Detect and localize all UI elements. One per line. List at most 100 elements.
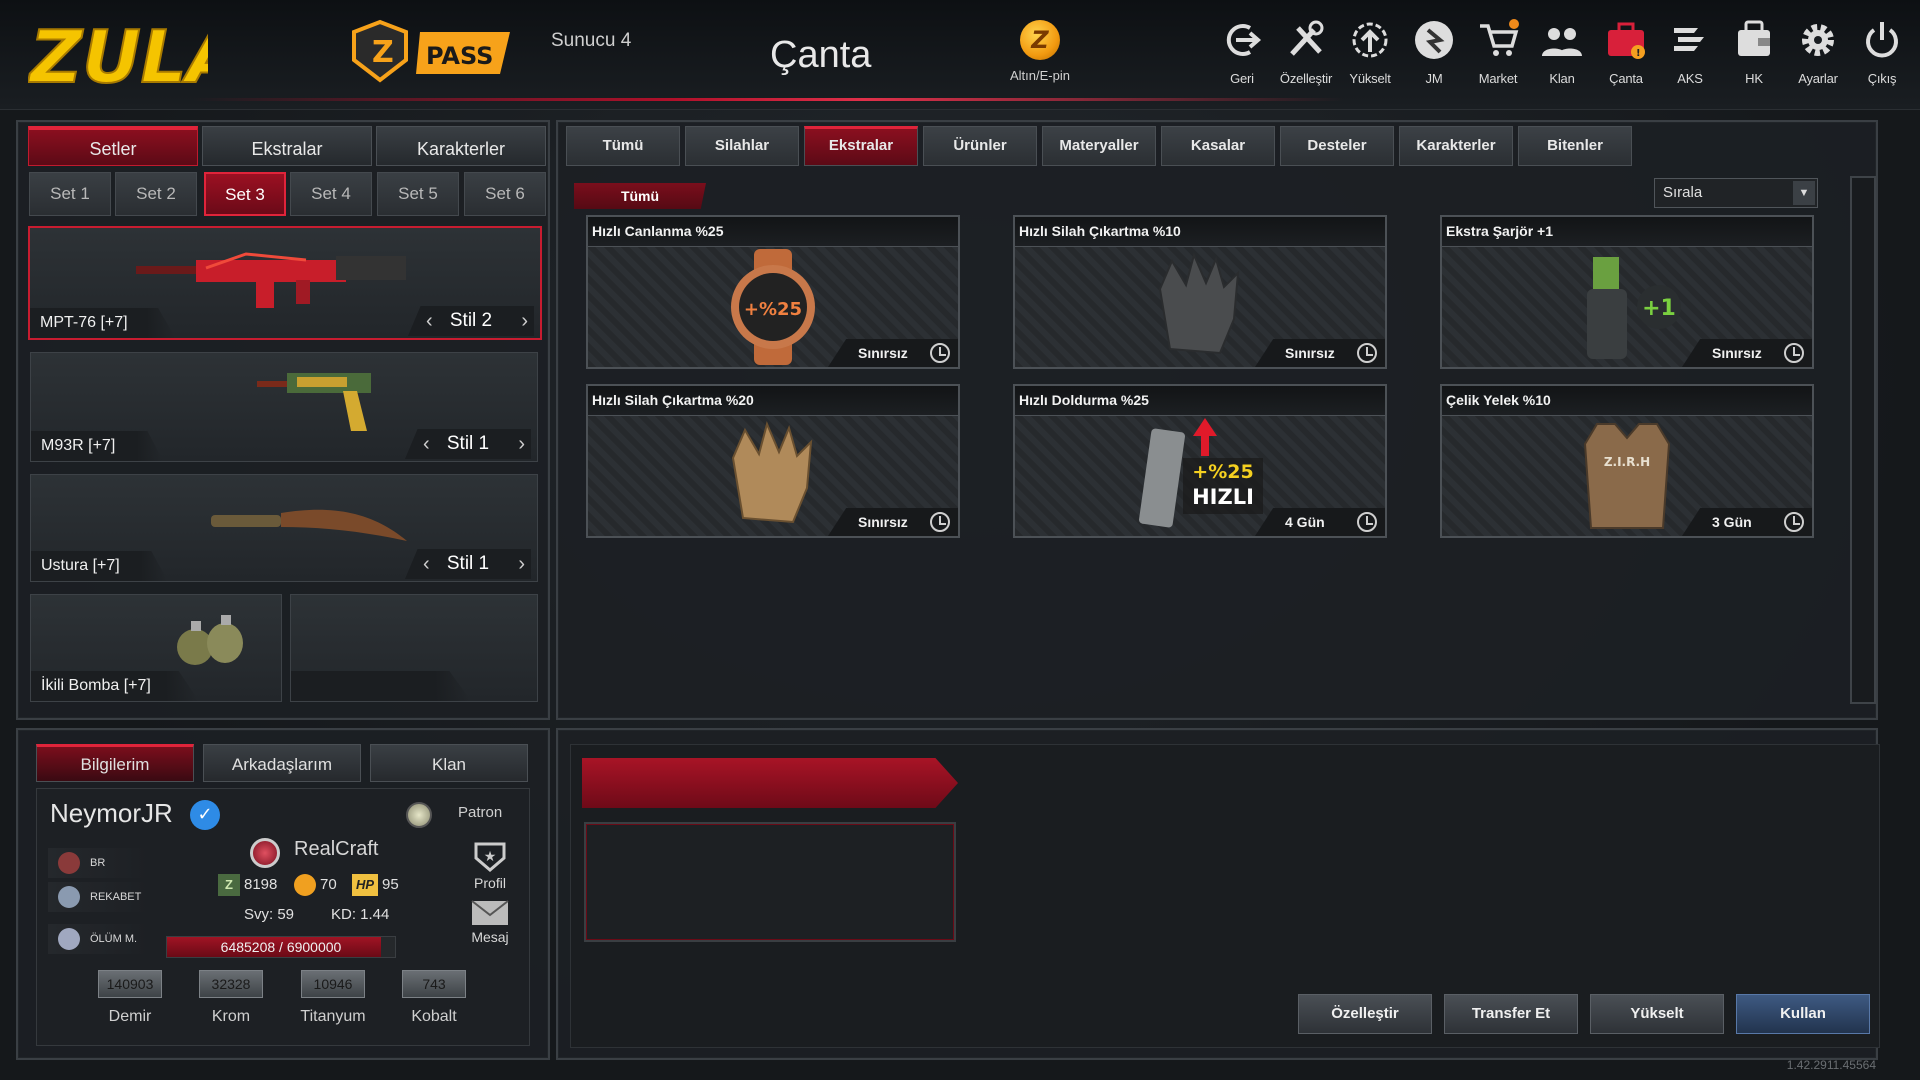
nav-jm[interactable]: JM <box>1402 18 1466 86</box>
transfer-button[interactable]: Transfer Et <box>1444 994 1578 1034</box>
message-label: Mesaj <box>471 929 509 945</box>
nav-clan[interactable]: Klan <box>1530 18 1594 86</box>
subtab-all[interactable]: Tümü <box>574 183 706 209</box>
nav-exit[interactable]: Çıkış <box>1850 18 1914 86</box>
item-card[interactable]: Çelik Yelek %10 Z.I.R.H 3 Gün <box>1440 384 1814 538</box>
version-label: 1.42.2911.45564 <box>1786 1058 1876 1072</box>
nav-label: Klan <box>1549 71 1575 86</box>
nav-settings[interactable]: Ayarlar <box>1786 18 1850 86</box>
tab-friends[interactable]: Arkadaşlarım <box>203 744 361 782</box>
category-tab-materials[interactable]: Materyaller <box>1042 126 1156 166</box>
item-duration: Sınırsız <box>828 339 958 367</box>
zula-pass-badge[interactable]: Z PASS <box>350 18 510 84</box>
style-prev-button[interactable]: ‹ <box>423 429 430 459</box>
cart-icon <box>1480 19 1519 56</box>
item-card[interactable]: Hızlı Silah Çıkartma %20 Sınırsız <box>586 384 960 538</box>
use-button[interactable]: Kullan <box>1736 994 1870 1034</box>
category-tab-decks[interactable]: Desteler <box>1280 126 1394 166</box>
category-tab-expired[interactable]: Bitenler <box>1518 126 1632 166</box>
style-label: Stil 2 <box>449 310 493 331</box>
clan-emblem-icon <box>250 838 280 868</box>
style-prev-button[interactable]: ‹ <box>426 306 433 336</box>
br-icon <box>58 852 80 874</box>
weapon-slot-primary[interactable]: MPT-76 [+7] ‹ Stil 2 › <box>28 226 542 340</box>
nav-bag[interactable]: ! Çanta <box>1594 18 1658 86</box>
item-title: Ekstra Şarjör +1 <box>1442 217 1812 247</box>
category-tab-characters[interactable]: Karakterler <box>1399 126 1513 166</box>
svg-text:HIZLI: HIZLI <box>1192 485 1254 509</box>
category-tab-extras[interactable]: Ekstralar <box>804 126 918 166</box>
tab-clan[interactable]: Klan <box>370 744 528 782</box>
badge-deathmatch[interactable]: ÖLÜM M. <box>48 924 148 954</box>
style-next-button[interactable]: › <box>518 549 525 579</box>
resource-label: Krom <box>211 1008 251 1025</box>
weapon-slot-melee[interactable]: Ustura [+7] ‹ Stil 1 › <box>30 474 538 582</box>
razor-icon <box>211 509 407 541</box>
items-scrollbar[interactable] <box>1850 176 1876 704</box>
nav-upgrade[interactable]: Yükselt <box>1338 18 1402 86</box>
level-stat: Svy: 59 <box>244 906 295 923</box>
z-currency: Z 8198 <box>218 874 277 896</box>
tab-my-info[interactable]: Bilgilerim <box>36 744 194 782</box>
badge-label: ÖLÜM M. <box>90 933 138 945</box>
duration-label: 3 Gün <box>1712 514 1752 530</box>
customize-button[interactable]: Özelleştir <box>1298 994 1432 1034</box>
nav-market[interactable]: Market <box>1466 18 1530 86</box>
item-card[interactable]: Hızlı Canlanma %25 +%25 Sınırsız <box>586 215 960 369</box>
item-card[interactable]: Hızlı Silah Çıkartma %10 Sınırsız <box>1013 215 1387 369</box>
item-duration: Sınırsız <box>1255 339 1385 367</box>
style-prev-button[interactable]: ‹ <box>423 549 430 579</box>
item-title: Hızlı Silah Çıkartma %20 <box>588 386 958 416</box>
message-button[interactable]: Mesaj <box>464 900 516 945</box>
gold-epin-button[interactable]: Z Altın/E-pin <box>980 20 1100 83</box>
rank-label: Patron <box>458 804 503 821</box>
sort-dropdown[interactable]: Sırala ▼ <box>1654 178 1818 208</box>
svg-text:+1: +1 <box>1642 296 1676 321</box>
style-next-button[interactable]: › <box>518 429 525 459</box>
tab-sets[interactable]: Setler <box>28 126 198 166</box>
profile-label: Profil <box>474 875 506 891</box>
weapon-slot-grenade[interactable]: İkili Bomba [+7] <box>30 594 282 702</box>
page-title: Çanta <box>770 34 872 76</box>
tab-characters[interactable]: Karakterler <box>376 126 546 166</box>
envelope-icon <box>471 900 509 925</box>
set-tab-6[interactable]: Set 6 <box>464 172 546 216</box>
upgrade-button[interactable]: Yükselt <box>1590 994 1724 1034</box>
set-tab-3[interactable]: Set 3 <box>204 172 286 216</box>
weapon-slot-empty[interactable] <box>290 594 538 702</box>
badge-br[interactable]: BR <box>48 848 148 878</box>
weapon-slot-secondary[interactable]: M93R [+7] ‹ Stil 1 › <box>30 352 538 462</box>
badge-competitive[interactable]: REKABET <box>48 882 148 912</box>
tab-extras[interactable]: Ekstralar <box>202 126 372 166</box>
style-next-button[interactable]: › <box>521 306 528 336</box>
profile-button[interactable]: ★ Profil <box>464 842 516 891</box>
set-tab-4[interactable]: Set 4 <box>290 172 372 216</box>
category-tab-cases[interactable]: Kasalar <box>1161 126 1275 166</box>
set-tab-5[interactable]: Set 5 <box>377 172 459 216</box>
gear-icon <box>1802 24 1834 56</box>
category-tab-all[interactable]: Tümü <box>566 126 680 166</box>
nav-customize[interactable]: Özelleştir <box>1274 18 1338 86</box>
magazine-icon: +%25 HIZLI <box>1139 418 1263 528</box>
duration-label: Sınırsız <box>1712 345 1762 361</box>
svg-text:★: ★ <box>484 848 497 864</box>
nav-aks[interactable]: AKS <box>1658 18 1722 86</box>
nav-back[interactable]: Geri <box>1210 18 1274 86</box>
resource-label: Titanyum <box>300 1008 366 1025</box>
hp-icon: HP <box>352 874 378 896</box>
category-tab-weapons[interactable]: Silahlar <box>685 126 799 166</box>
z-currency-value: 8198 <box>244 875 278 893</box>
chevron-down-icon: ▼ <box>1793 181 1815 205</box>
server-label: Sunucu 4 <box>551 30 632 51</box>
set-tab-2[interactable]: Set 2 <box>115 172 197 216</box>
nav-label: AKS <box>1677 71 1703 86</box>
item-card[interactable]: Hızlı Doldurma %25 +%25 HIZLI 4 Gün <box>1013 384 1387 538</box>
nav-hk[interactable]: HK <box>1722 18 1786 86</box>
set-tab-1[interactable]: Set 1 <box>29 172 111 216</box>
gold-coin-icon: Z <box>1020 20 1060 60</box>
item-card[interactable]: Ekstra Şarjör +1 +1 Sınırsız <box>1440 215 1814 369</box>
nav-label: Market <box>1478 71 1518 86</box>
category-tab-products[interactable]: Ürünler <box>923 126 1037 166</box>
weapon-name: M93R [+7] <box>31 431 164 461</box>
duration-label: Sınırsız <box>1285 345 1335 361</box>
